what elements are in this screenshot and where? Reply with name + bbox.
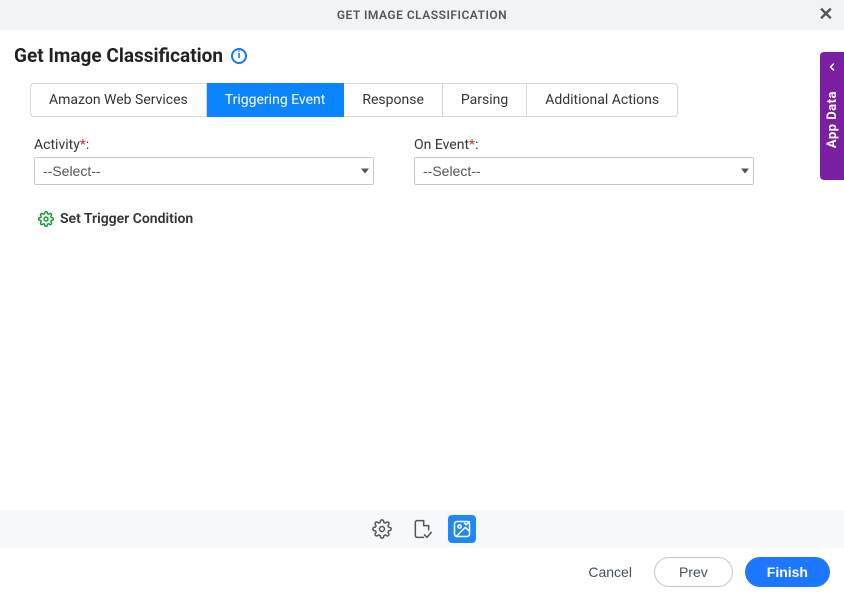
- onevent-select-wrap: --Select--: [414, 157, 754, 185]
- onevent-select[interactable]: --Select--: [414, 157, 754, 185]
- cancel-button[interactable]: Cancel: [578, 558, 642, 586]
- tab-triggering-event[interactable]: Triggering Event: [207, 83, 345, 117]
- tab-parsing[interactable]: Parsing: [443, 83, 527, 117]
- page-title: Get Image Classification: [14, 44, 223, 67]
- chevron-left-icon: [826, 58, 838, 77]
- close-icon[interactable]: ✕: [818, 4, 834, 25]
- tab-additional-actions[interactable]: Additional Actions: [527, 83, 678, 117]
- app-data-panel-toggle[interactable]: App Data: [820, 52, 844, 180]
- activity-label: Activity*:: [34, 137, 374, 153]
- tab-amazon-web-services[interactable]: Amazon Web Services: [30, 83, 207, 117]
- onevent-label: On Event*:: [414, 137, 754, 153]
- page-title-row: Get Image Classification i: [0, 30, 844, 79]
- activity-select[interactable]: --Select--: [34, 157, 374, 185]
- set-trigger-condition-link[interactable]: Set Trigger Condition: [38, 211, 844, 227]
- modal-header: GET IMAGE CLASSIFICATION ✕: [0, 0, 844, 30]
- settings-toolbar-button[interactable]: [368, 515, 396, 543]
- set-trigger-condition-label: Set Trigger Condition: [60, 211, 193, 227]
- app-data-label: App Data: [825, 91, 840, 148]
- activity-select-wrap: --Select--: [34, 157, 374, 185]
- footer: Cancel Prev Finish: [0, 548, 844, 596]
- modal-title: GET IMAGE CLASSIFICATION: [337, 8, 507, 22]
- image-toolbar-button[interactable]: [448, 515, 476, 543]
- info-icon[interactable]: i: [231, 48, 247, 64]
- tab-response[interactable]: Response: [344, 83, 443, 117]
- activity-field-group: Activity*: --Select--: [34, 137, 374, 185]
- form-row: Activity*: --Select-- On Event*: --Selec…: [0, 117, 844, 185]
- document-check-toolbar-button[interactable]: [408, 515, 436, 543]
- onevent-field-group: On Event*: --Select--: [414, 137, 754, 185]
- tabs: Amazon Web Services Triggering Event Res…: [30, 83, 844, 117]
- bottom-toolbar: [0, 510, 844, 548]
- prev-button[interactable]: Prev: [654, 557, 733, 587]
- finish-button[interactable]: Finish: [745, 557, 830, 587]
- gear-icon: [38, 211, 54, 227]
